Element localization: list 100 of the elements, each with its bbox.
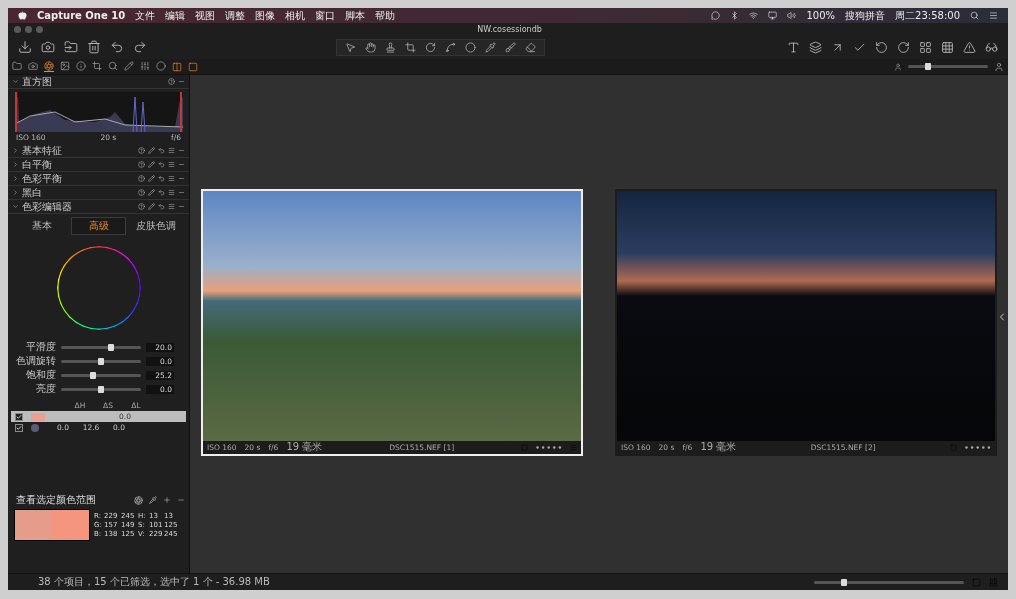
- text-icon[interactable]: [787, 40, 800, 54]
- wifi-icon[interactable]: [749, 11, 759, 20]
- viewer-layout-icon[interactable]: [172, 61, 182, 72]
- thumbnail-size-slider[interactable]: [908, 65, 988, 68]
- reset-icon[interactable]: [158, 147, 165, 154]
- reset-icon[interactable]: [158, 161, 165, 168]
- slider-thumb[interactable]: [925, 63, 931, 70]
- menu-icon[interactable]: [168, 189, 175, 196]
- tool-header[interactable]: 黑白: [8, 186, 189, 200]
- window-close-button[interactable]: [14, 25, 21, 33]
- editor-tab[interactable]: 皮肤色调: [128, 217, 183, 235]
- crop-icon[interactable]: [405, 41, 416, 53]
- slider-thumb[interactable]: [841, 578, 847, 586]
- menu-icon[interactable]: [168, 147, 175, 154]
- slider-track[interactable]: [61, 373, 141, 377]
- editor-tab[interactable]: 高级: [71, 217, 126, 235]
- tool-header[interactable]: 色彩编辑器: [8, 200, 189, 214]
- help-icon[interactable]: [138, 147, 145, 154]
- menu-item[interactable]: 帮助: [375, 8, 396, 23]
- menu-item[interactable]: 脚本: [345, 8, 366, 23]
- single-view-icon[interactable]: [188, 61, 198, 72]
- slider-track[interactable]: [61, 359, 141, 363]
- curve-icon[interactable]: [445, 41, 456, 53]
- help-icon[interactable]: [168, 78, 175, 85]
- slider-thumb[interactable]: [107, 343, 114, 351]
- help-icon[interactable]: [138, 161, 145, 168]
- pencil-icon[interactable]: [148, 175, 155, 182]
- reset-icon[interactable]: [158, 203, 165, 210]
- tool-tab[interactable]: [60, 61, 70, 72]
- tool-tab[interactable]: [44, 61, 54, 72]
- person-small-icon[interactable]: [894, 62, 902, 71]
- window-minimize-button[interactable]: [25, 25, 32, 33]
- slider-thumb[interactable]: [98, 385, 104, 393]
- menu-item[interactable]: 视图: [195, 8, 216, 23]
- pencil-icon[interactable]: [148, 147, 155, 154]
- pencil-icon[interactable]: [148, 203, 155, 210]
- volume-icon[interactable]: [787, 11, 797, 20]
- tool-header[interactable]: 色彩平衡: [8, 172, 189, 186]
- chevron-down-icon[interactable]: [12, 78, 19, 85]
- download-icon[interactable]: [18, 40, 32, 54]
- warning-icon[interactable]: [963, 40, 976, 54]
- brush-icon[interactable]: [505, 41, 516, 53]
- tool-tab[interactable]: [92, 61, 102, 72]
- menu-item[interactable]: 文件: [135, 8, 156, 23]
- grid-icon[interactable]: [919, 40, 932, 54]
- cursor-icon[interactable]: [345, 41, 356, 53]
- rotate-right-icon[interactable]: [897, 40, 910, 54]
- grid-lines-icon[interactable]: [941, 40, 954, 54]
- hand-icon[interactable]: [365, 41, 376, 53]
- menu-icon[interactable]: [168, 175, 175, 182]
- glasses-icon[interactable]: [985, 40, 998, 54]
- tool-tab[interactable]: [124, 61, 134, 72]
- rating-dots-icon[interactable]: [965, 445, 991, 449]
- menu-item[interactable]: 调整: [225, 8, 246, 23]
- menu-icon[interactable]: [168, 161, 175, 168]
- window-zoom-button[interactable]: [36, 25, 43, 33]
- menu-icon[interactable]: [168, 203, 175, 210]
- menu-item[interactable]: 图像: [255, 8, 276, 23]
- slider-thumb[interactable]: [90, 371, 96, 379]
- rotate-icon[interactable]: [425, 41, 436, 53]
- input-method[interactable]: 搜狗拼音: [845, 8, 886, 23]
- chat-icon[interactable]: [711, 11, 721, 20]
- reset-icon[interactable]: [158, 175, 165, 182]
- stamp-icon[interactable]: [385, 41, 396, 53]
- chevron-down-icon[interactable]: [12, 203, 19, 210]
- tool-header[interactable]: 白平衡: [8, 158, 189, 172]
- eraser-icon[interactable]: [525, 41, 536, 53]
- menu-item[interactable]: 编辑: [165, 8, 186, 23]
- menu-icon[interactable]: [989, 11, 998, 20]
- minus-icon[interactable]: [178, 78, 185, 85]
- bluetooth-icon[interactable]: [730, 11, 740, 20]
- menu-item[interactable]: 相机: [285, 8, 306, 23]
- tool-tab[interactable]: [12, 61, 22, 72]
- tool-tab[interactable]: [108, 61, 118, 72]
- pipette-icon[interactable]: [149, 496, 157, 504]
- tool-tab[interactable]: [140, 61, 150, 72]
- checkbox[interactable]: [15, 412, 23, 421]
- apple-icon[interactable]: [18, 11, 27, 20]
- color-picker-icon[interactable]: [134, 495, 143, 505]
- camera-icon[interactable]: [41, 40, 55, 54]
- app-menu[interactable]: Capture One 10: [37, 10, 126, 21]
- layers-icon[interactable]: [809, 40, 822, 54]
- undo-icon[interactable]: [110, 40, 124, 54]
- slider-track[interactable]: [61, 345, 141, 349]
- slider-thumb[interactable]: [98, 357, 104, 365]
- trash-icon[interactable]: [87, 40, 101, 54]
- help-icon[interactable]: [138, 175, 145, 182]
- help-icon[interactable]: [138, 189, 145, 196]
- rotate-left-icon[interactable]: [875, 40, 888, 54]
- checkbox[interactable]: [15, 423, 23, 432]
- pencil-icon[interactable]: [148, 189, 155, 196]
- search-icon[interactable]: [970, 11, 979, 20]
- plus-icon[interactable]: [163, 496, 171, 504]
- tool-header[interactable]: 直方图: [8, 75, 189, 89]
- tool-header[interactable]: 基本特征: [8, 144, 189, 158]
- slider-track[interactable]: [61, 387, 141, 391]
- reset-icon[interactable]: [158, 189, 165, 196]
- tool-tab[interactable]: [28, 61, 38, 72]
- editor-tab[interactable]: 基本: [14, 217, 69, 235]
- menu-item[interactable]: 窗口: [315, 8, 336, 23]
